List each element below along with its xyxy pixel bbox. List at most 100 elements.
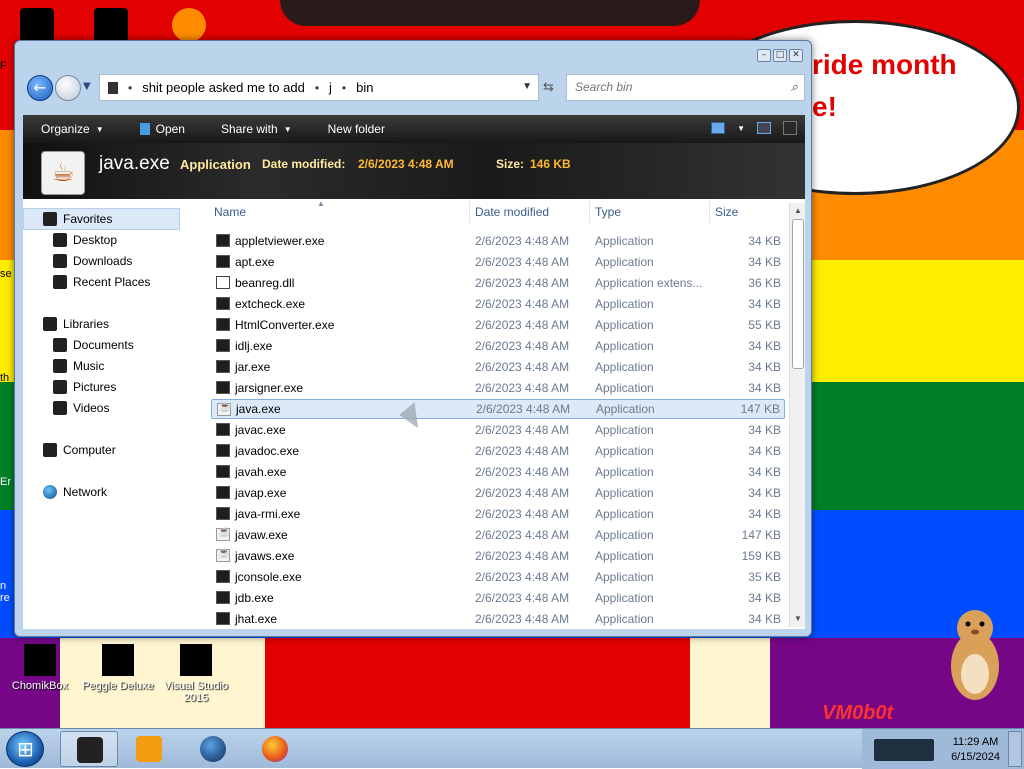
file-row[interactable]: extcheck.exe 2/6/2023 4:48 AM Application 3… xyxy=(211,294,785,314)
file-row[interactable]: javac.exe 2/6/2023 4:48 AM Application 34 K… xyxy=(211,420,785,440)
column-header-type[interactable]: Type xyxy=(595,205,621,219)
column-divider[interactable] xyxy=(589,201,590,223)
chevron-down-icon[interactable]: ▼ xyxy=(737,124,745,133)
file-row[interactable]: javaws.exe 2/6/2023 4:48 AM Application 159… xyxy=(211,546,785,566)
nav-item-desktop[interactable]: Desktop xyxy=(53,233,117,247)
taskbar-media-player[interactable] xyxy=(120,731,178,767)
file-size: 34 KB xyxy=(748,423,781,437)
recent-pages-dropdown-icon[interactable]: ▼ xyxy=(83,81,91,92)
file-size: 147 KB xyxy=(741,528,781,542)
browser-globe-icon xyxy=(200,736,226,762)
breadcrumb-separator[interactable]: • xyxy=(315,81,319,95)
nav-item-computer[interactable]: Computer xyxy=(43,443,116,457)
close-button[interactable]: ✕ xyxy=(789,49,803,62)
file-row[interactable]: java.exe 2/6/2023 4:48 AM Application 147 K… xyxy=(211,399,785,419)
view-controls: ▼ xyxy=(711,121,797,135)
file-date: 2/6/2023 4:48 AM xyxy=(475,234,570,248)
file-row[interactable]: javap.exe 2/6/2023 4:48 AM Application 34 K… xyxy=(211,483,785,503)
maximize-button[interactable]: □ xyxy=(773,49,787,62)
desktop-icon-peggle[interactable]: Peggle Deluxe xyxy=(78,644,158,692)
file-row[interactable]: jar.exe 2/6/2023 4:48 AM Application 34 KB xyxy=(211,357,785,377)
file-name: java-rmi.exe xyxy=(235,507,301,521)
file-row[interactable]: jarsigner.exe 2/6/2023 4:48 AM Application… xyxy=(211,378,785,398)
nav-item-videos[interactable]: Videos xyxy=(53,401,109,415)
search-icon[interactable]: ⌕ xyxy=(791,79,798,95)
clock[interactable]: 11:29 AM 6/15/2024 xyxy=(951,735,1000,765)
file-name: javaw.exe xyxy=(235,528,288,542)
speech-bubble-text: ride month e! xyxy=(812,44,957,128)
file-name: jconsole.exe xyxy=(235,570,302,584)
back-button[interactable]: ← xyxy=(27,75,53,101)
column-divider[interactable] xyxy=(469,201,470,223)
desktop-shortcut-icon[interactable] xyxy=(94,8,128,42)
refresh-icon[interactable]: ⇆ xyxy=(543,80,554,95)
file-row[interactable]: idlj.exe 2/6/2023 4:48 AM Application 34 KB xyxy=(211,336,785,356)
nav-item-favorites[interactable]: Favorites xyxy=(43,212,112,226)
file-row[interactable]: javaw.exe 2/6/2023 4:48 AM Application 147 … xyxy=(211,525,785,545)
file-row[interactable]: javadoc.exe 2/6/2023 4:48 AM Application 34… xyxy=(211,441,785,461)
file-row[interactable]: apt.exe 2/6/2023 4:48 AM Application 34 KB xyxy=(211,252,785,272)
preview-pane-icon[interactable] xyxy=(757,122,771,134)
address-dropdown-icon[interactable]: ▼ xyxy=(522,81,532,92)
share-with-button[interactable]: Share with ▼ xyxy=(203,122,310,136)
nav-item-libraries[interactable]: Libraries xyxy=(43,317,109,331)
file-row[interactable]: jconsole.exe 2/6/2023 4:48 AM Application 3… xyxy=(211,567,785,587)
file-row[interactable]: jhat.exe 2/6/2023 4:48 AM Application 34 KB xyxy=(211,609,785,629)
desktop-shortcut-icon[interactable] xyxy=(20,8,54,42)
organize-button[interactable]: Organize ▼ xyxy=(23,122,122,136)
nav-item-documents[interactable]: Documents xyxy=(53,338,134,352)
scroll-down-icon[interactable]: ▼ xyxy=(790,611,806,627)
search-box[interactable]: ⌕ xyxy=(566,74,805,101)
file-row[interactable]: jdb.exe 2/6/2023 4:48 AM Application 34 KB xyxy=(211,588,785,608)
nav-item-pictures[interactable]: Pictures xyxy=(53,380,116,394)
column-header-name[interactable]: Name xyxy=(214,205,246,219)
open-button[interactable]: Open xyxy=(122,122,203,136)
breadcrumb-item[interactable]: shit people asked me to add xyxy=(142,80,305,95)
start-button[interactable] xyxy=(6,731,44,767)
watermark-text: VM0b0t xyxy=(822,702,894,724)
nav-item-recent-places[interactable]: Recent Places xyxy=(53,275,150,289)
scroll-thumb[interactable] xyxy=(792,219,804,369)
nav-item-music[interactable]: Music xyxy=(53,359,104,373)
details-date-label: Date modified: xyxy=(262,157,346,171)
breadcrumb-item[interactable]: j xyxy=(329,80,332,95)
exe-file-icon xyxy=(216,444,230,457)
wallpaper-red-mid xyxy=(265,638,695,728)
taskbar-firefox[interactable] xyxy=(246,731,304,767)
file-row[interactable]: HtmlConverter.exe 2/6/2023 4:48 AM Applica… xyxy=(211,315,785,335)
column-header-date[interactable]: Date modified xyxy=(475,205,549,219)
tray-icons[interactable] xyxy=(874,739,934,761)
desktop-shortcut-icon[interactable] xyxy=(172,8,206,42)
breadcrumb-item[interactable]: bin xyxy=(356,80,373,95)
taskbar-browser[interactable] xyxy=(184,731,242,767)
scroll-up-icon[interactable]: ▲ xyxy=(790,203,806,219)
file-row[interactable]: java-rmi.exe 2/6/2023 4:48 AM Application 3… xyxy=(211,504,785,524)
breadcrumb-separator[interactable]: • xyxy=(342,81,346,95)
change-view-icon[interactable] xyxy=(711,122,726,134)
search-input[interactable] xyxy=(575,80,775,94)
exe-file-icon xyxy=(216,381,230,394)
vertical-scrollbar[interactable]: ▲ ▼ xyxy=(789,203,805,627)
column-divider[interactable] xyxy=(709,201,710,223)
file-type: Application xyxy=(595,465,654,479)
speech-line-1: ride month xyxy=(812,49,957,80)
open-icon xyxy=(139,123,150,135)
minimize-button[interactable]: – xyxy=(757,49,771,62)
show-desktop-button[interactable] xyxy=(1008,731,1022,767)
desktop-icon-chomikbox[interactable]: ChomikBox xyxy=(0,644,80,692)
file-row[interactable]: appletviewer.exe 2/6/2023 4:48 AM Applicat… xyxy=(211,231,785,251)
file-row[interactable]: beanreg.dll 2/6/2023 4:48 AM Application e… xyxy=(211,273,785,293)
taskbar-explorer[interactable] xyxy=(60,731,118,767)
nav-item-downloads[interactable]: Downloads xyxy=(53,254,132,268)
address-bar[interactable]: • shit people asked me to add • j • bin … xyxy=(99,74,539,101)
explorer-window: – □ ✕ ← ▼ • shit people asked me to add … xyxy=(14,40,812,637)
peggle-icon xyxy=(102,644,134,676)
breadcrumb-separator[interactable]: • xyxy=(128,81,132,95)
desktop-icon-visual-studio[interactable]: Visual Studio 2015 xyxy=(156,644,236,704)
column-header-size[interactable]: Size xyxy=(715,205,738,219)
file-row[interactable]: javah.exe 2/6/2023 4:48 AM Application 34 K… xyxy=(211,462,785,482)
new-folder-button[interactable]: New folder xyxy=(310,122,403,136)
forward-button[interactable] xyxy=(55,75,81,101)
nav-item-network[interactable]: Network xyxy=(43,485,107,499)
help-icon[interactable] xyxy=(783,121,797,135)
